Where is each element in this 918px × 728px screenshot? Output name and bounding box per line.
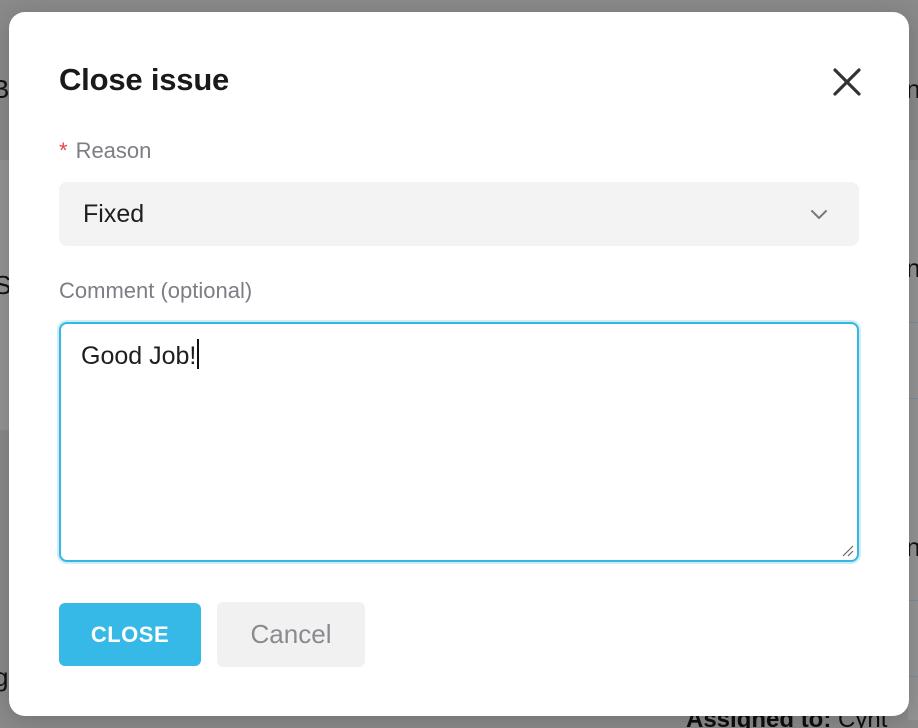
close-dialog-button[interactable] [827, 62, 867, 102]
reason-select[interactable]: Fixed [59, 182, 859, 246]
required-indicator: * [59, 138, 68, 163]
background-divider [908, 676, 918, 677]
reason-select-value: Fixed [83, 200, 145, 228]
comment-label: Comment (optional) [59, 278, 253, 303]
text-cursor [197, 339, 200, 369]
comment-textarea-value: Good Job! [81, 339, 200, 371]
background-text: g [0, 662, 9, 692]
reason-label: * Reason [59, 138, 151, 164]
close-issue-button[interactable]: CLOSE [59, 603, 201, 666]
background-divider [908, 398, 918, 399]
reason-label-text: Reason [75, 138, 152, 163]
background-divider [908, 322, 918, 323]
close-icon[interactable] [827, 62, 867, 102]
cancel-button[interactable]: Cancel [217, 602, 365, 667]
background-panel [908, 160, 918, 720]
background-divider [908, 600, 918, 601]
comment-textarea[interactable]: Good Job! [59, 322, 859, 562]
resize-handle-icon[interactable] [840, 543, 854, 557]
close-issue-dialog: Close issue * Reason Fixed Comment (optio… [9, 12, 909, 716]
dialog-title: Close issue [59, 62, 230, 97]
background-text: B [0, 74, 10, 104]
comment-text: Good Job! [81, 342, 197, 370]
chevron-down-icon [809, 204, 829, 224]
